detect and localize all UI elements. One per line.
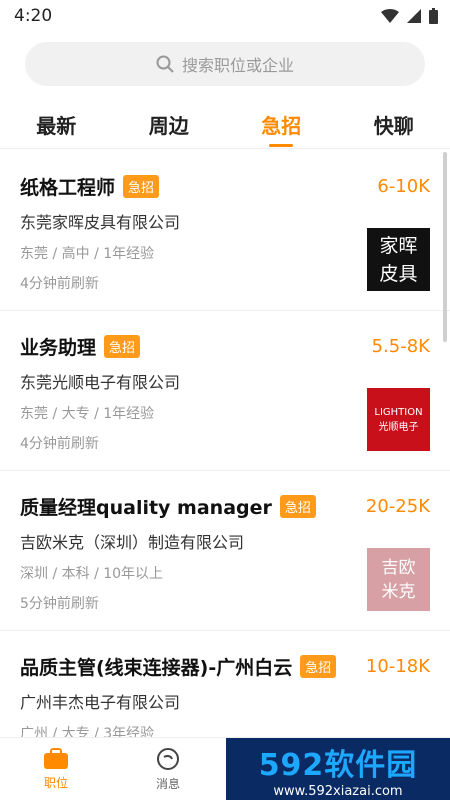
company-logo: 家晖 皮具 [367, 228, 430, 291]
company-name: 东莞家晖皮具有限公司 [20, 213, 181, 232]
company-logo: 吉欧 米克 [367, 548, 430, 611]
tab-quick-chat[interactable]: 快聊 [338, 100, 450, 148]
job-meta: 东莞 / 大专 / 1年经验 [20, 406, 155, 422]
battery-icon [429, 8, 438, 24]
refresh-time: 4分钟前刷新 [20, 436, 99, 452]
job-salary: 10-18K [365, 656, 430, 677]
company-name: 东莞光顺电子有限公司 [20, 373, 181, 392]
job-meta: 广州 / 大专 / 3年经验 [20, 726, 155, 738]
briefcase-icon [44, 747, 68, 769]
tab-nearby[interactable]: 周边 [113, 100, 226, 148]
nav-jobs[interactable]: 职位 [0, 738, 112, 800]
tab-bar: 最新 周边 急招 快聊 [0, 100, 450, 149]
company-name: 吉欧米克（深圳）制造有限公司 [20, 533, 245, 552]
job-title: 业务助理 [20, 337, 97, 359]
job-salary: 6-10K [377, 176, 430, 197]
job-title: 质量经理quality manager [20, 497, 272, 519]
job-salary: 5.5-8K [371, 336, 430, 357]
urgent-badge: 急招 [104, 335, 141, 358]
status-time: 4:20 [14, 6, 53, 26]
urgent-badge: 急招 [300, 655, 337, 678]
search-container: 搜索职位或企业 [0, 32, 450, 86]
job-title: 纸格工程师 [20, 177, 116, 199]
wifi-icon [381, 9, 399, 23]
search-icon [156, 55, 174, 73]
urgent-badge: 急招 [123, 175, 160, 198]
tab-newest[interactable]: 最新 [0, 100, 113, 148]
search-input[interactable]: 搜索职位或企业 [25, 42, 425, 86]
job-title: 品质主管(线束连接器)-广州白云 [20, 657, 293, 679]
status-bar: 4:20 [0, 0, 450, 32]
refresh-time: 4分钟前刷新 [20, 276, 99, 292]
company-name: 广州丰杰电子有限公司 [20, 693, 181, 712]
refresh-time: 5分钟前刷新 [20, 596, 99, 612]
job-card[interactable]: 纸格工程师 急招 6-10K 东莞家晖皮具有限公司 东莞 / 高中 / 1年经验 … [0, 151, 450, 311]
watermark: 592软件园 www.592xiazai.com [226, 738, 450, 800]
company-logo: LIGHTION 光顺电子 [367, 388, 430, 451]
job-meta: 东莞 / 高中 / 1年经验 [20, 246, 155, 262]
urgent-badge: 急招 [279, 495, 316, 518]
tab-urgent[interactable]: 急招 [225, 100, 338, 148]
job-card[interactable]: 质量经理quality manager 急招 20-25K 吉欧米克（深圳）制造有… [0, 471, 450, 631]
nav-messages[interactable]: 消息 [112, 738, 224, 800]
search-placeholder: 搜索职位或企业 [181, 56, 294, 75]
chat-icon [157, 747, 179, 770]
job-card[interactable]: 品质主管(线束连接器)-广州白云 急招 10-18K 广州丰杰电子有限公司 广州 … [0, 631, 450, 738]
job-card[interactable]: 业务助理 急招 5.5-8K 东莞光顺电子有限公司 东莞 / 大专 / 1年经验 … [0, 311, 450, 471]
job-list: 纸格工程师 急招 6-10K 东莞家晖皮具有限公司 东莞 / 高中 / 1年经验 … [0, 151, 450, 738]
signal-icon [407, 9, 421, 23]
job-salary: 20-25K [365, 496, 430, 517]
scrollbar[interactable] [443, 152, 447, 342]
tab-indicator [269, 144, 294, 147]
job-meta: 深圳 / 本科 / 10年以上 [20, 566, 164, 582]
